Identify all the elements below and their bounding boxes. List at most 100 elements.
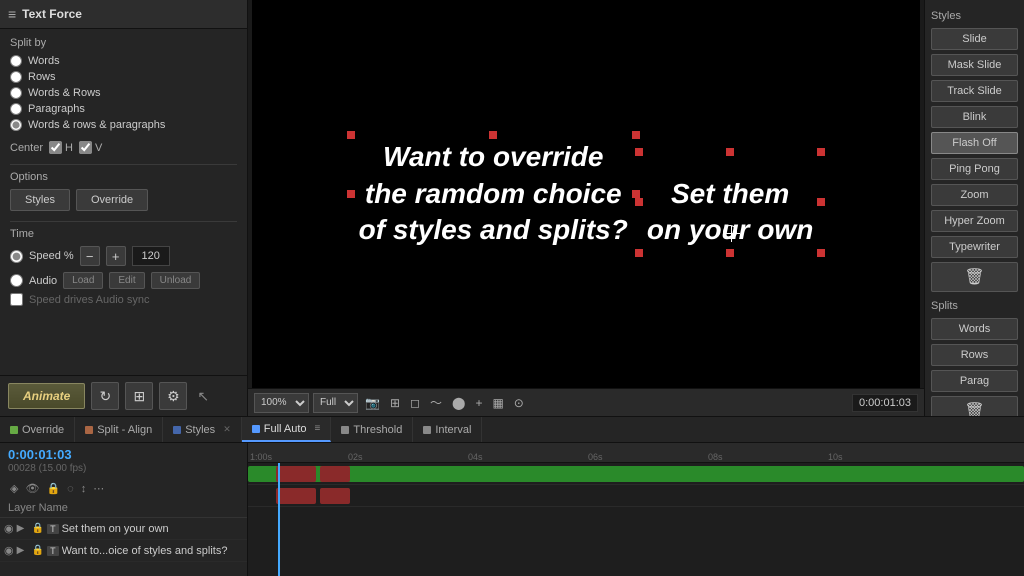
splits-section-label: Splits — [931, 300, 1018, 312]
layer-row-2[interactable]: ◉ ▶ 🔒 T Want to...oice of styles and spl… — [0, 540, 247, 562]
layer-row-1[interactable]: ◉ ▶ 🔒 T Set them on your own — [0, 518, 247, 540]
timeline-right-panel: 1:00s 02s 04s 06s 08s 10s — [248, 443, 1024, 576]
tab-styles[interactable]: Styles ✕ — [163, 417, 242, 442]
ruler-mark-2: 04s — [468, 452, 483, 462]
center-h-checkbox[interactable]: H — [49, 141, 73, 154]
layer-eye-1[interactable]: ◉ — [4, 522, 14, 535]
center-label: Center — [10, 142, 43, 154]
center-v-checkbox[interactable]: V — [79, 141, 102, 154]
refresh-button[interactable]: ↻ — [91, 382, 119, 410]
record-button[interactable]: ⊙ — [511, 394, 527, 412]
timeline-timecode: 0:00:01:03 — [8, 447, 239, 462]
sync-checkbox[interactable] — [10, 293, 23, 306]
split-words-btn[interactable]: Words — [931, 318, 1018, 340]
style-hyper-zoom-btn[interactable]: Hyper Zoom — [931, 210, 1018, 232]
layer-eye-2[interactable]: ◉ — [4, 544, 14, 557]
track-red-bar-2 — [320, 466, 350, 482]
fit-button[interactable]: ⊞ — [125, 382, 153, 410]
speed-input[interactable]: 120 — [132, 246, 170, 266]
track-row-2 — [248, 485, 1024, 507]
speed-radio[interactable] — [10, 250, 23, 263]
styles-trash-button[interactable]: 🗑 — [931, 262, 1018, 292]
preview-text-container: Want to override the ramdom choice of st… — [351, 135, 822, 252]
track-red-bar-3 — [276, 488, 316, 504]
audio-radio[interactable] — [10, 274, 23, 287]
timeline-main: 0:00:01:03 00028 (15.00 fps) ◈ 👁 🔒 ◌ ↕ ⋯… — [0, 443, 1024, 576]
track-green-bar — [248, 466, 1024, 482]
style-flash-off-btn[interactable]: Flash Off — [931, 132, 1018, 154]
splits-trash-button[interactable]: 🗑 — [931, 396, 1018, 416]
marker-button[interactable]: + — [472, 394, 485, 412]
style-zoom-btn[interactable]: Zoom — [931, 184, 1018, 206]
unload-button[interactable]: Unload — [151, 272, 201, 289]
playhead — [278, 463, 280, 576]
zoom-select[interactable]: 100% — [254, 393, 309, 413]
tl-icon-2[interactable]: 👁 — [23, 481, 41, 496]
layer-lock-1[interactable]: 🔒 — [32, 523, 44, 534]
split-by-label: Split by — [10, 37, 237, 49]
layer-icon-2: ▶ — [17, 545, 29, 556]
timeline-tabs: Override Split - Align Styles ✕ Full Aut… — [0, 417, 1024, 443]
split-option-rows[interactable]: Rows — [10, 71, 237, 83]
panel-title: Text Force — [22, 7, 82, 21]
split-options: Words Rows Words & Rows Paragraphs Words… — [10, 55, 237, 131]
timeline-tracks — [248, 463, 1024, 576]
export-button[interactable]: ▦ — [489, 394, 506, 412]
menu-icon: ≡ — [8, 6, 16, 22]
options-label: Options — [10, 171, 237, 183]
layer-name-header: Layer Name — [0, 499, 247, 518]
preview-area: Want to override the ramdom choice of st… — [252, 0, 920, 388]
tl-icon-1[interactable]: ◈ — [8, 481, 20, 496]
timeline-left-panel: 0:00:01:03 00028 (15.00 fps) ◈ 👁 🔒 ◌ ↕ ⋯… — [0, 443, 248, 576]
timeline-ruler: 1:00s 02s 04s 06s 08s 10s — [248, 443, 1024, 463]
animate-button[interactable]: Animate — [8, 383, 85, 409]
tab-override[interactable]: Override — [0, 417, 75, 442]
right-panel: Styles Slide Mask Slide Track Slide Blin… — [924, 0, 1024, 416]
cursor-icon: ↖ — [197, 388, 209, 405]
split-parag-btn[interactable]: Parag — [931, 370, 1018, 392]
speed-decrease-button[interactable]: − — [80, 246, 100, 266]
tl-icon-3[interactable]: 🔒 — [44, 481, 62, 496]
tab-full-auto[interactable]: Full Auto ≡ — [242, 417, 332, 442]
tl-icon-5[interactable]: ↕ — [79, 481, 89, 496]
split-option-words[interactable]: Words — [10, 55, 237, 67]
color-button[interactable]: ⬤ — [449, 394, 468, 412]
split-option-all[interactable]: Words & rows & paragraphs — [10, 119, 237, 131]
style-mask-slide-btn[interactable]: Mask Slide — [931, 54, 1018, 76]
style-blink-btn[interactable]: Blink — [931, 106, 1018, 128]
load-button[interactable]: Load — [63, 272, 103, 289]
grid-button[interactable]: ⊞ — [387, 394, 403, 412]
styles-button[interactable]: Styles — [10, 189, 70, 211]
style-ping-pong-btn[interactable]: Ping Pong — [931, 158, 1018, 180]
quality-select[interactable]: Full — [313, 393, 358, 413]
waveform-button[interactable]: 〜 — [427, 392, 445, 413]
tab-interval[interactable]: Interval — [413, 417, 482, 442]
layer-name-1: Set them on your own — [62, 523, 243, 535]
track-row-1 — [248, 463, 1024, 485]
tl-icon-4[interactable]: ◌ — [65, 481, 76, 496]
layer-type-2: T — [47, 546, 59, 556]
ruler-mark-1: 02s — [348, 452, 363, 462]
style-typewriter-btn[interactable]: Typewriter — [931, 236, 1018, 258]
layer-lock-2[interactable]: 🔒 — [32, 545, 44, 556]
tab-close-icon[interactable]: ✕ — [223, 424, 231, 435]
split-option-words-rows[interactable]: Words & Rows — [10, 87, 237, 99]
snapshot-button[interactable]: 📷 — [362, 394, 383, 412]
style-track-slide-btn[interactable]: Track Slide — [931, 80, 1018, 102]
override-button[interactable]: Override — [76, 189, 148, 211]
split-option-paragraphs[interactable]: Paragraphs — [10, 103, 237, 115]
mask-button[interactable]: ◻ — [407, 394, 423, 412]
tab-threshold[interactable]: Threshold — [331, 417, 413, 442]
layer-list: ◉ ▶ 🔒 T Set them on your own ◉ ▶ 🔒 T Wan… — [0, 518, 247, 576]
time-display: 0:00:01:03 — [852, 394, 918, 412]
ruler-mark-4: 08s — [708, 452, 723, 462]
style-slide-btn[interactable]: Slide — [931, 28, 1018, 50]
settings-button[interactable]: ⚙ — [159, 382, 187, 410]
split-rows-btn[interactable]: Rows — [931, 344, 1018, 366]
left-panel: ≡ Text Force Split by Words Rows Words &… — [0, 0, 248, 416]
speed-increase-button[interactable]: + — [106, 246, 126, 266]
tab-split-align[interactable]: Split - Align — [75, 417, 163, 442]
edit-button[interactable]: Edit — [109, 272, 144, 289]
tl-icon-6[interactable]: ⋯ — [91, 481, 106, 496]
ruler-mark-3: 06s — [588, 452, 603, 462]
